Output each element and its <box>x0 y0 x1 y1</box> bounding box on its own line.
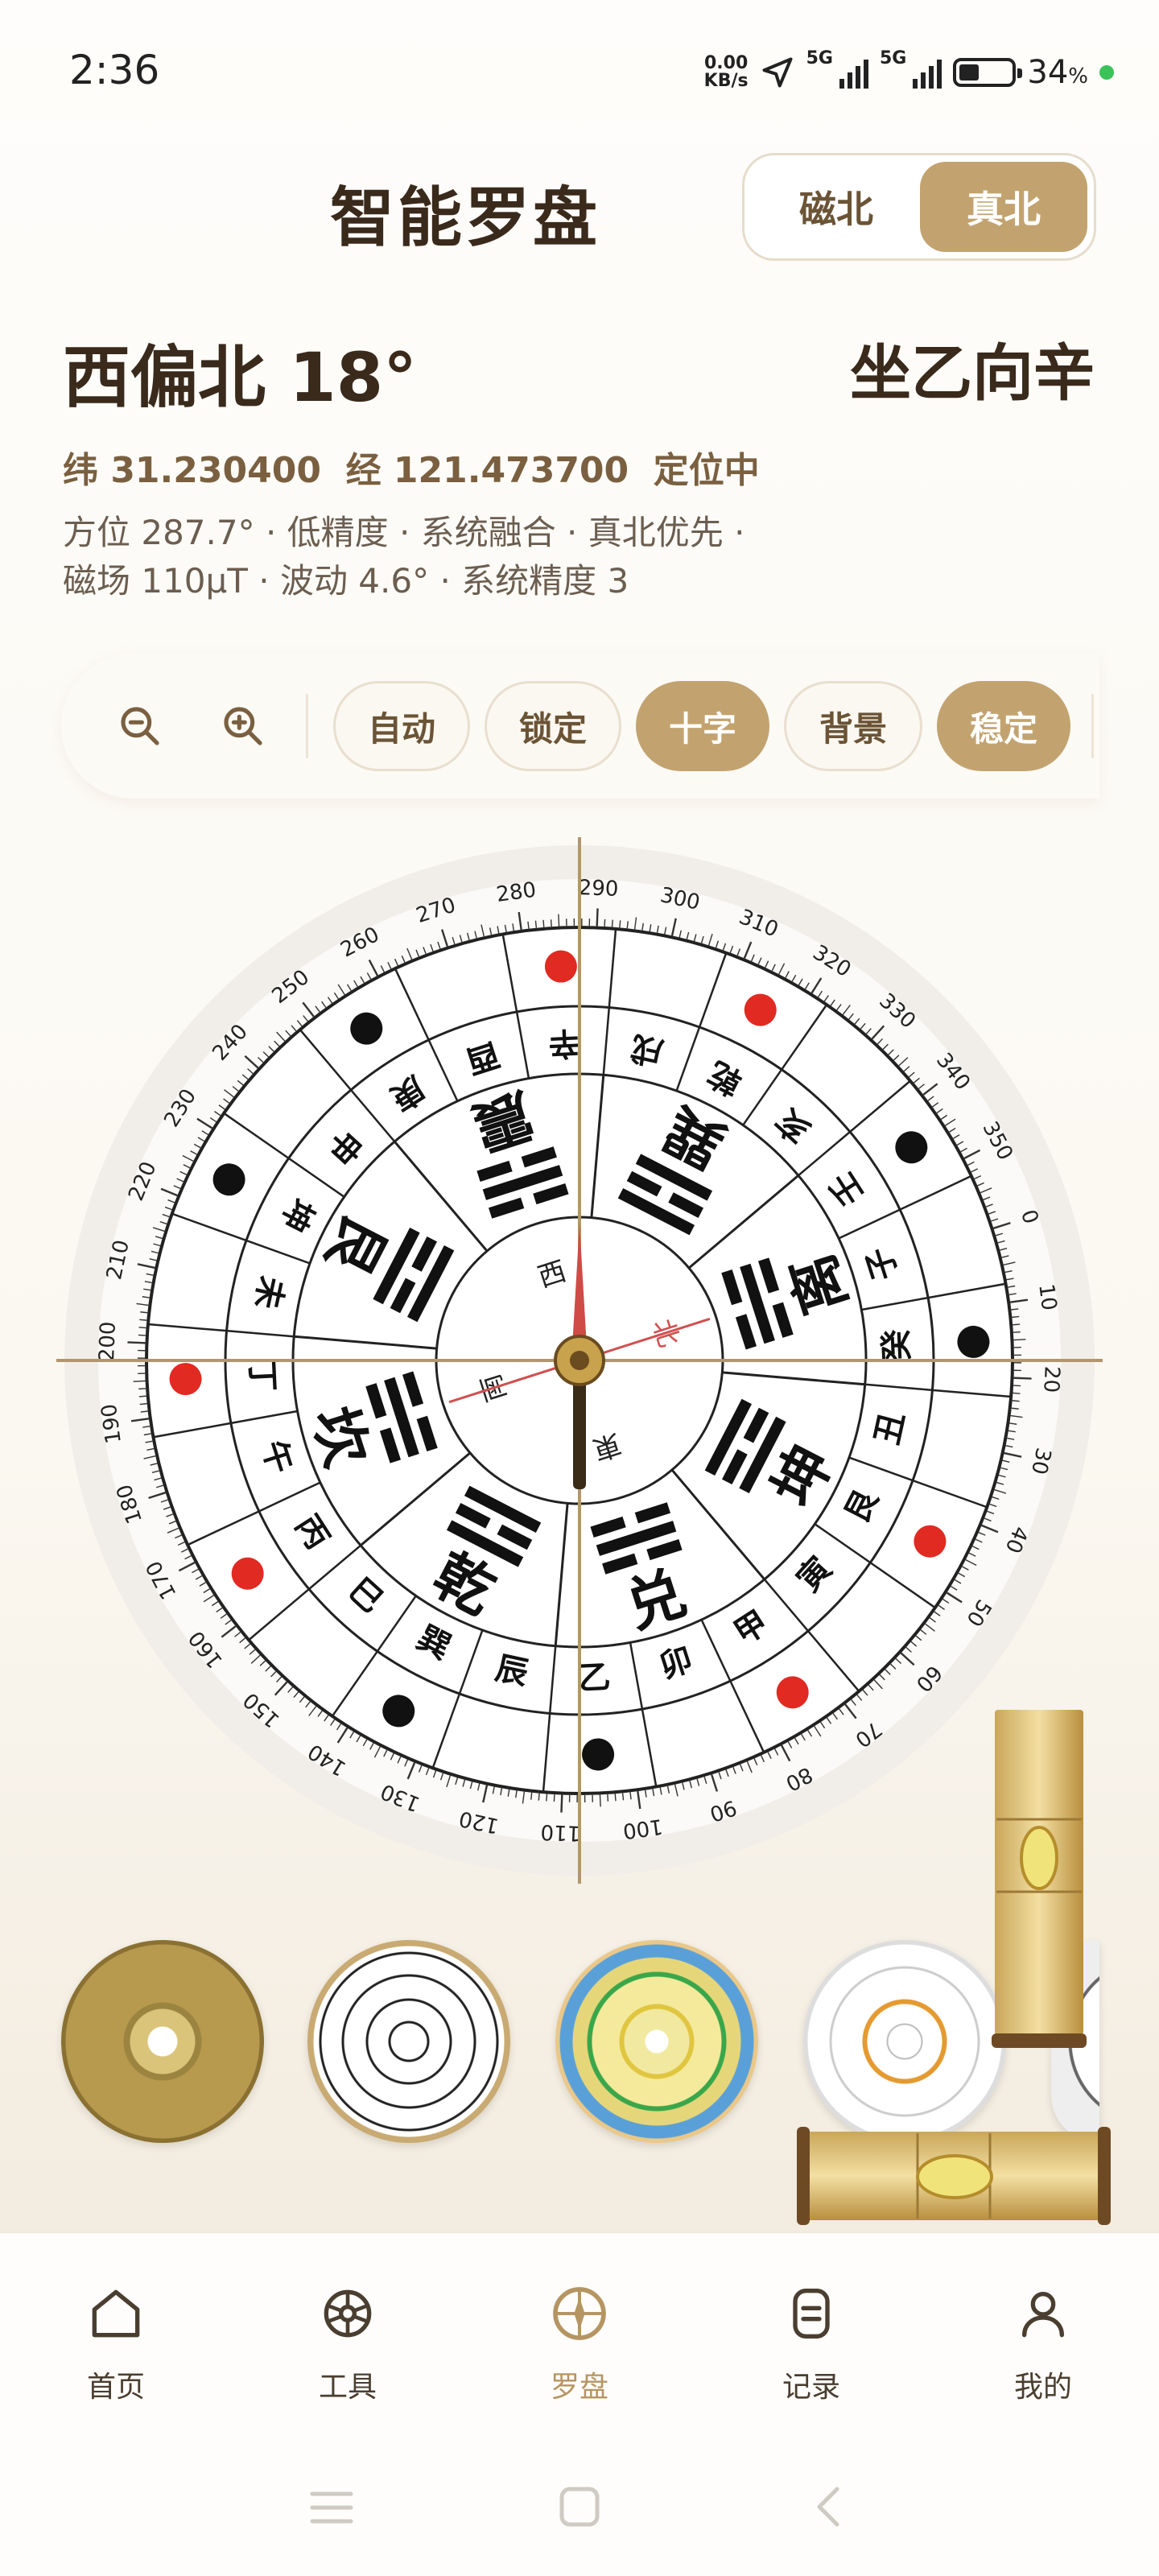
sitting-facing: 坐乙向辛 <box>850 337 1095 409</box>
needle-pivot-center <box>570 1351 589 1370</box>
net-speed-unit: KB/s <box>703 71 749 91</box>
toolbar-divider-end <box>1091 694 1094 758</box>
nav-home-label: 首页 <box>86 2371 145 2404</box>
page-title: 智能罗盘 <box>330 180 600 255</box>
zoom-in-icon[interactable] <box>214 697 272 755</box>
degree-label: 200 <box>95 1321 121 1362</box>
heading-direction: 西偏北 18° <box>63 338 418 417</box>
nav-profile-label: 我的 <box>1013 2371 1072 2404</box>
nav-tools[interactable]: 工具 <box>267 2281 428 2405</box>
mountain-label: 乙 <box>577 1658 611 1698</box>
toolbar-divider <box>306 694 308 758</box>
chip-stabilize[interactable]: 稳定 <box>937 681 1070 771</box>
thumbnail-bronze-luopan[interactable] <box>61 1940 264 2143</box>
zoom-out-icon[interactable] <box>111 697 169 755</box>
net-speed: 0.00 KB/s <box>704 55 749 90</box>
nav-records[interactable]: 记录 <box>731 2281 892 2405</box>
degree-label: 110 <box>540 1819 581 1845</box>
magnetic-north-option[interactable]: 磁北 <box>753 162 920 252</box>
menu-icon[interactable] <box>307 2487 356 2528</box>
thumbnail-colorful-luopan[interactable] <box>555 1940 758 2143</box>
chip-lock[interactable]: 锁定 <box>485 681 621 771</box>
nav-tools-label: 工具 <box>318 2371 377 2404</box>
degree-label: 20 <box>1038 1365 1063 1393</box>
home-icon <box>92 2289 140 2338</box>
nav-records-label: 记录 <box>782 2371 840 2404</box>
signal-icon-2 <box>913 56 942 89</box>
battery-icon <box>953 58 1023 87</box>
compass-icon <box>553 2287 606 2340</box>
chip-background[interactable]: 背景 <box>784 681 922 771</box>
nav-home[interactable]: 首页 <box>35 2281 196 2405</box>
privacy-indicator-icon <box>1099 65 1114 80</box>
home-button-icon[interactable] <box>555 2483 604 2531</box>
sensor-info-line-2: 磁场 110μT · 波动 4.6° · 系统精度 3 <box>63 561 629 601</box>
bottom-nav: 首页 工具 罗盘 记录 我的 <box>0 2231 1159 2442</box>
degree-label: 290 <box>578 876 619 902</box>
records-icon <box>793 2289 830 2339</box>
sensor-info-line-1: 方位 287.7° · 低精度 · 系统融合 · 真北优先 · <box>63 513 745 552</box>
net-speed-value: 0.00 <box>704 53 749 73</box>
horizontal-bubble-level <box>797 2127 1111 2225</box>
network-type-1: 5G <box>806 48 833 68</box>
profile-icon <box>1022 2291 1064 2338</box>
battery-level: 34% <box>1027 54 1088 91</box>
coordinates: 纬 31.230400 经 121.473700 定位中 <box>63 450 760 491</box>
luopan-compass[interactable]: 0102030405060708090100110120130140150160… <box>56 837 1103 1884</box>
thumbnail-classic-luopan[interactable] <box>307 1940 510 2143</box>
true-north-option[interactable]: 真北 <box>920 162 1087 252</box>
tools-icon <box>324 2289 372 2338</box>
network-type-2: 5G <box>880 48 907 68</box>
mountain-label: 癸 <box>877 1328 917 1362</box>
mountain-label: 辛 <box>547 1024 581 1063</box>
toolbar: 自动 锁定 十字 背景 稳定 <box>61 654 1099 799</box>
vertical-bubble-level <box>992 1710 1087 2048</box>
system-nav-bar <box>0 2441 1159 2576</box>
chip-auto[interactable]: 自动 <box>333 681 470 771</box>
thumbnail-grey-luopan[interactable] <box>803 1940 1006 2143</box>
chip-crosshair[interactable]: 十字 <box>636 681 769 771</box>
north-toggle[interactable]: 磁北 真北 <box>742 153 1096 261</box>
degree-label: 10 <box>1033 1282 1061 1312</box>
status-icons: 0.00 KB/s 5G 5G 34% <box>704 48 1114 97</box>
status-time: 2:36 <box>69 47 160 93</box>
back-icon[interactable] <box>805 2483 853 2531</box>
location-arrow-icon <box>762 57 793 88</box>
mountain-label: 丁 <box>243 1358 283 1392</box>
nav-profile[interactable]: 我的 <box>963 2281 1124 2405</box>
nav-compass-label: 罗盘 <box>550 2371 608 2404</box>
signal-icon-1 <box>839 56 868 89</box>
nav-compass[interactable]: 罗盘 <box>499 2281 660 2405</box>
